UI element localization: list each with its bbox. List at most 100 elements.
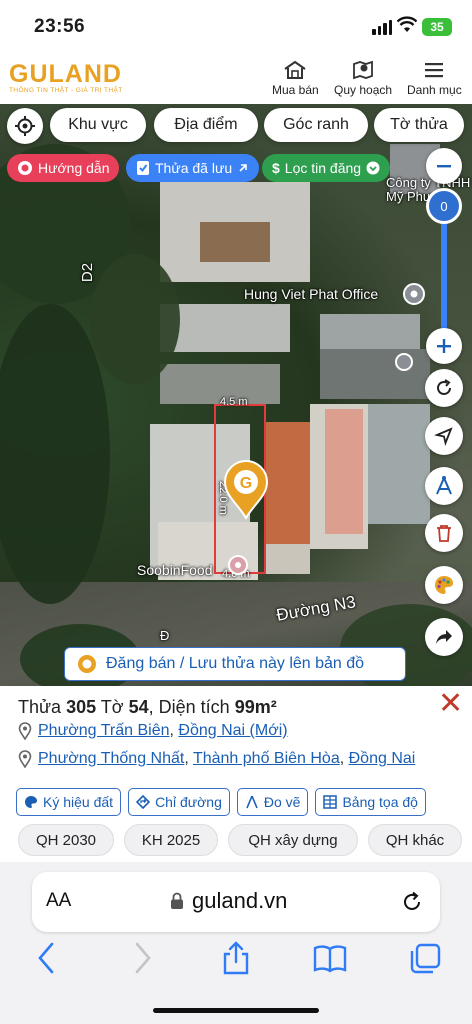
address-bar[interactable]: AA guland.vn xyxy=(32,872,440,932)
minus-icon xyxy=(437,165,451,168)
dim-top-label: 4.5 m xyxy=(220,396,248,408)
land-symbol-tool[interactable]: Ký hiệu đất xyxy=(16,788,122,816)
plan-construction-button[interactable]: QH xây dựng xyxy=(228,824,358,856)
address-new: Phường Trấn Biên, Đồng Nai (Mới) xyxy=(18,722,288,740)
locate-me-button[interactable] xyxy=(7,108,43,144)
signal-icon xyxy=(372,20,392,35)
crosshair-icon xyxy=(15,116,35,136)
share-icon xyxy=(223,941,249,975)
bookmarks-button[interactable] xyxy=(283,940,377,976)
reader-aa-button[interactable]: AA xyxy=(46,890,71,912)
province-link[interactable]: Đồng Nai (Mới) xyxy=(178,722,287,739)
lock-icon xyxy=(171,892,183,909)
nav-danh-muc[interactable]: Danh mục xyxy=(407,60,462,97)
satellite-map[interactable]: 4.5 m 22.0 m 4.6 m G D2 Đường N3 Đ Hung … xyxy=(0,104,472,686)
clock: 23:56 xyxy=(34,16,86,37)
table-icon xyxy=(323,795,338,809)
plus-icon xyxy=(437,339,451,353)
hamburger-icon xyxy=(425,63,444,78)
tree-canopy xyxy=(0,304,110,604)
plan-other-button[interactable]: QH khác xyxy=(368,824,462,856)
close-icon[interactable]: ✕ xyxy=(438,689,463,719)
delete-button[interactable] xyxy=(425,514,463,552)
browser-chrome: AA guland.vn xyxy=(0,862,472,1024)
nav-quy-hoach[interactable]: Quy hoạch xyxy=(334,60,392,97)
land-symbol-button[interactable] xyxy=(425,566,463,604)
plan-2025-button[interactable]: KH 2025 xyxy=(124,824,218,856)
reload-icon[interactable] xyxy=(400,890,424,914)
url-display[interactable]: guland.vn xyxy=(170,888,287,914)
poi-pin-icon[interactable] xyxy=(402,282,426,306)
poi-label-soobin[interactable]: SoobinFood xyxy=(137,562,213,578)
location-pin-icon xyxy=(18,750,32,768)
share-page-button[interactable] xyxy=(189,940,283,976)
road-label-hint: Đ xyxy=(160,628,170,643)
map-pin-icon xyxy=(353,60,373,80)
bookmark-icon xyxy=(137,161,149,175)
forward-button[interactable] xyxy=(94,940,188,976)
plot-title: Thửa 305 Tờ 54, Diện tích 99m² xyxy=(18,697,277,717)
compass-draw-icon xyxy=(246,795,258,809)
share-button[interactable] xyxy=(425,618,463,656)
building-roof xyxy=(265,544,310,574)
province-link[interactable]: Đồng Nai xyxy=(349,750,416,767)
filter-listings-chip[interactable]: $ Lọc tin đăng xyxy=(262,154,391,182)
tabs-button[interactable] xyxy=(378,940,472,976)
refresh-button[interactable] xyxy=(425,369,463,407)
back-button[interactable] xyxy=(0,940,94,976)
trash-icon xyxy=(437,525,451,542)
record-icon xyxy=(18,161,32,175)
building-roof xyxy=(265,422,310,552)
palette-icon xyxy=(25,796,37,808)
location-marker-icon[interactable]: G xyxy=(222,460,270,520)
filter-boundary-button[interactable]: Góc ranh xyxy=(264,108,368,142)
building-roof xyxy=(368,404,430,524)
zoom-in-button[interactable] xyxy=(426,328,462,364)
navigate-button[interactable] xyxy=(425,417,463,455)
home-indicator xyxy=(153,1008,319,1013)
coordinate-table-tool[interactable]: Bảng tọa độ xyxy=(315,788,426,816)
plot-info-panel: Thửa 305 Tờ 54, Diện tích 99m² ✕ Phường … xyxy=(0,686,472,862)
guide-chip[interactable]: Hướng dẫn xyxy=(7,154,120,182)
directions-tool[interactable]: Chỉ đường xyxy=(128,788,230,816)
zoom-handle[interactable]: 0 xyxy=(426,188,462,224)
battery-icon: 35 xyxy=(422,18,452,36)
nav-mua-ban[interactable]: Mua bán xyxy=(272,60,319,97)
plan-2030-button[interactable]: QH 2030 xyxy=(18,824,114,856)
building-roof xyxy=(325,409,363,534)
post-listing-banner[interactable]: Đăng bán / Lưu thửa này lên bản đồ xyxy=(64,647,406,681)
refresh-icon xyxy=(437,379,451,395)
saved-plots-chip[interactable]: Thửa đã lưu xyxy=(126,154,260,182)
road-label-d2: D2 xyxy=(79,262,97,283)
filter-sheet-button[interactable]: Tờ thửa xyxy=(374,108,464,142)
compass-draw-icon xyxy=(436,476,452,495)
house-icon xyxy=(284,60,306,79)
external-link-icon xyxy=(239,164,247,172)
chevron-left-icon xyxy=(38,942,54,974)
poi-pin-icon[interactable] xyxy=(227,554,249,576)
ward-link[interactable]: Phường Thống Nhất xyxy=(38,750,184,767)
svg-text:G: G xyxy=(240,475,252,492)
measure-tool[interactable]: Đo vẽ xyxy=(236,788,309,816)
status-bar: 23:56 35 xyxy=(0,0,472,54)
location-pin-icon xyxy=(18,722,32,740)
guland-pin-icon xyxy=(78,655,96,673)
guland-logo[interactable]: GULAND THÔNG TIN THẬT - GIÁ TRỊ THẬT xyxy=(9,62,123,95)
poi-label-office[interactable]: Hung Viet Phat Office xyxy=(244,286,378,302)
draw-tool-button[interactable] xyxy=(425,467,463,505)
poi-pin-icon[interactable] xyxy=(394,352,414,372)
chevron-right-icon xyxy=(135,942,151,974)
building-roof xyxy=(320,314,420,354)
app-header: GULAND THÔNG TIN THẬT - GIÁ TRỊ THẬT Mua… xyxy=(0,54,472,104)
directions-icon xyxy=(136,795,151,809)
book-icon xyxy=(314,945,347,973)
dollar-icon: $ xyxy=(272,160,280,176)
zoom-out-button[interactable] xyxy=(426,148,462,184)
filter-area-button[interactable]: Khu vực xyxy=(50,108,146,142)
address-old: Phường Thống Nhất, Thành phố Biên Hòa, Đ… xyxy=(18,750,415,768)
ward-link[interactable]: Phường Trấn Biên xyxy=(38,722,170,739)
navigation-arrow-icon xyxy=(434,427,453,446)
filter-location-button[interactable]: Địa điểm xyxy=(154,108,258,142)
tree-canopy xyxy=(90,254,180,384)
city-link[interactable]: Thành phố Biên Hòa xyxy=(193,750,340,767)
